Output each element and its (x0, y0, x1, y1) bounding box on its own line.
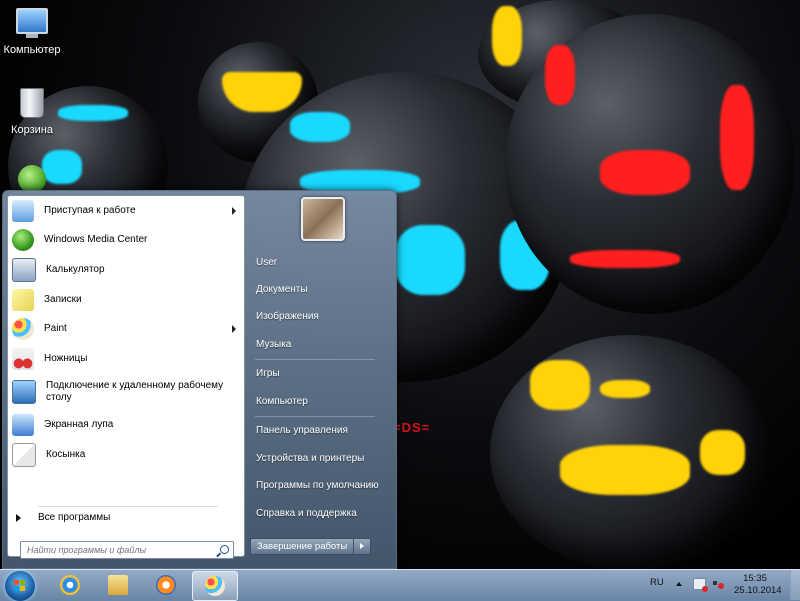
taskbar-paint[interactable] (192, 571, 238, 601)
program-label: Приступая к работе (44, 204, 136, 216)
desktop-icon-label: Компьютер (3, 44, 61, 56)
program-label: Подключение к удаленному рабочему столу (46, 380, 223, 404)
taskbar-internet-explorer[interactable] (48, 571, 92, 599)
all-programs-label: Все программы (38, 512, 111, 523)
start-menu-places-pane: User Документы Изображения Музыка Игры К… (247, 191, 396, 568)
user-avatar[interactable] (301, 197, 345, 241)
recycle-bin-icon (16, 88, 48, 120)
calculator-icon (12, 257, 36, 282)
wallpaper-signature: =DS= (393, 420, 431, 435)
program-item-media-center[interactable]: Windows Media Center (8, 226, 244, 256)
remote-desktop-icon (12, 380, 36, 405)
place-pictures[interactable]: Изображения (256, 311, 319, 322)
program-item-sticky-notes[interactable]: Записки (8, 285, 244, 315)
program-item-magnifier[interactable]: Экранная лупа (8, 411, 244, 441)
place-control-panel[interactable]: Панель управления (256, 425, 348, 436)
desktop-icon-label: Корзина (11, 124, 53, 136)
taskbar-explorer[interactable] (96, 571, 140, 599)
magnifier-icon (12, 414, 34, 437)
program-label: Записки (44, 293, 82, 305)
place-games[interactable]: Игры (256, 368, 280, 379)
program-item-getting-started[interactable]: Приступая к работе (8, 196, 244, 226)
desktop-icon-computer[interactable]: Компьютер (0, 8, 64, 56)
shutdown-button[interactable]: Завершение работы (250, 538, 372, 555)
windows-logo-icon (14, 580, 26, 592)
place-music[interactable]: Музыка (256, 339, 291, 350)
program-label: Косынка (46, 448, 86, 460)
submenu-arrow-icon (232, 325, 236, 334)
start-button[interactable] (5, 571, 35, 601)
start-menu-programs-pane: Приступая к работе Windows Media Center … (7, 195, 245, 559)
program-item-paint[interactable]: Paint (8, 314, 244, 344)
submenu-arrow-icon (232, 206, 236, 215)
action-center-flag-icon[interactable] (693, 578, 708, 592)
desktop-icon-recycle-bin[interactable]: Корзина (0, 88, 64, 136)
place-documents[interactable]: Документы (256, 284, 308, 295)
search-icon[interactable] (220, 545, 229, 554)
scissors-icon (12, 347, 34, 370)
getting-started-icon (12, 199, 34, 222)
search-input[interactable] (21, 542, 211, 558)
start-menu: Приступая к работе Windows Media Center … (2, 190, 397, 569)
all-programs-button[interactable]: Все программы (16, 512, 110, 523)
program-label: Paint (44, 323, 67, 335)
program-label-line2: столу (46, 392, 72, 404)
clock-date: 25.10.2014 (734, 585, 782, 596)
separator (255, 359, 375, 360)
internet-explorer-icon (60, 575, 80, 595)
separator (255, 416, 375, 417)
place-default-programs[interactable]: Программы по умолчанию (256, 480, 379, 491)
windows-media-center-icon (12, 229, 34, 252)
place-help-support[interactable]: Справка и поддержка (256, 508, 357, 519)
program-item-solitaire[interactable]: Косынка (8, 440, 244, 470)
search-box[interactable] (20, 541, 234, 559)
system-clock[interactable]: 15:35 25.10.2014 (734, 573, 782, 597)
sticky-notes-icon (12, 288, 34, 311)
program-label: Windows Media Center (44, 234, 148, 246)
show-hidden-icons-icon[interactable] (676, 582, 682, 586)
computer-icon (16, 8, 48, 40)
program-list: Приступая к работе Windows Media Center … (8, 196, 244, 470)
program-label-line1: Подключение к удаленному рабочему (46, 380, 224, 392)
program-label: Ножницы (44, 352, 88, 364)
show-desktop-button[interactable] (790, 570, 800, 600)
volume-muted-icon[interactable] (713, 578, 724, 589)
program-item-snipping-tool[interactable]: Ножницы (8, 344, 244, 374)
place-computer[interactable]: Компьютер (256, 396, 308, 407)
separator (38, 506, 218, 507)
media-player-icon (156, 575, 176, 595)
explorer-folder-icon (108, 575, 128, 595)
paint-icon (205, 576, 225, 596)
triangle-right-icon (16, 513, 21, 522)
shutdown-label: Завершение работы (251, 539, 355, 554)
shutdown-options-arrow-icon[interactable] (354, 539, 370, 554)
language-indicator[interactable]: RU (650, 577, 664, 588)
paint-icon (12, 318, 34, 341)
clock-time: 15:35 (743, 573, 767, 584)
program-item-remote-desktop[interactable]: Подключение к удаленному рабочему столу (8, 374, 244, 411)
solitaire-cards-icon (12, 442, 36, 467)
program-item-calculator[interactable]: Калькулятор (8, 255, 244, 285)
place-devices-printers[interactable]: Устройства и принтеры (256, 453, 364, 464)
program-label: Калькулятор (46, 263, 105, 275)
place-user[interactable]: User (256, 257, 277, 268)
taskbar-media-player[interactable] (144, 571, 188, 599)
program-label: Экранная лупа (44, 419, 114, 431)
